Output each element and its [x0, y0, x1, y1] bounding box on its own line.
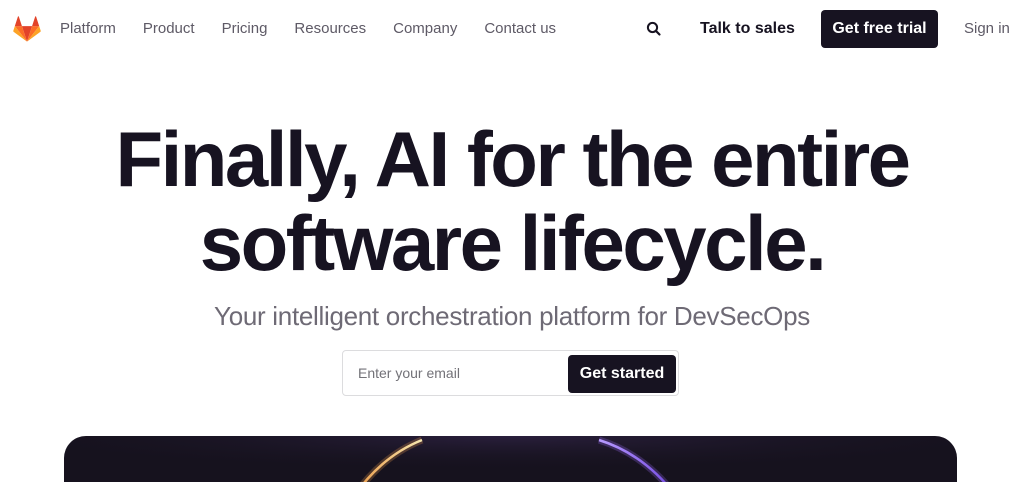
hero-title-line-2: software lifecycle. [199, 199, 827, 287]
hero-subtitle: Your intelligent orchestration platform … [214, 301, 810, 331]
glow-arc-graphic [64, 436, 957, 482]
nav-product-link[interactable]: Product [143, 20, 195, 38]
hero-title-line-1: Finally, AI for the entire [115, 115, 911, 203]
get-started-button[interactable]: Get started [568, 355, 676, 393]
hero-title: Finally, AI for the entire software life… [0, 117, 1024, 285]
nav-pricing-link[interactable]: Pricing [222, 20, 268, 38]
gitlab-logo-icon[interactable] [12, 14, 42, 44]
search-icon[interactable] [644, 19, 664, 39]
nav-company-link[interactable]: Company [393, 20, 457, 38]
nav-platform-link[interactable]: Platform [60, 20, 116, 38]
email-signup-form: Get started [342, 350, 679, 396]
talk-to-sales-link[interactable]: Talk to sales [700, 19, 795, 39]
nav-resources-link[interactable]: Resources [294, 20, 366, 38]
get-free-trial-button[interactable]: Get free trial [821, 10, 938, 48]
primary-nav-links: Platform Product Pricing Resources Compa… [60, 20, 583, 38]
nav-contact-us-link[interactable]: Contact us [484, 20, 556, 38]
sign-in-link[interactable]: Sign in [964, 20, 1010, 38]
hero-video-panel[interactable] [64, 436, 957, 482]
email-input[interactable] [344, 352, 566, 394]
top-navigation: Platform Product Pricing Resources Compa… [0, 0, 1024, 58]
